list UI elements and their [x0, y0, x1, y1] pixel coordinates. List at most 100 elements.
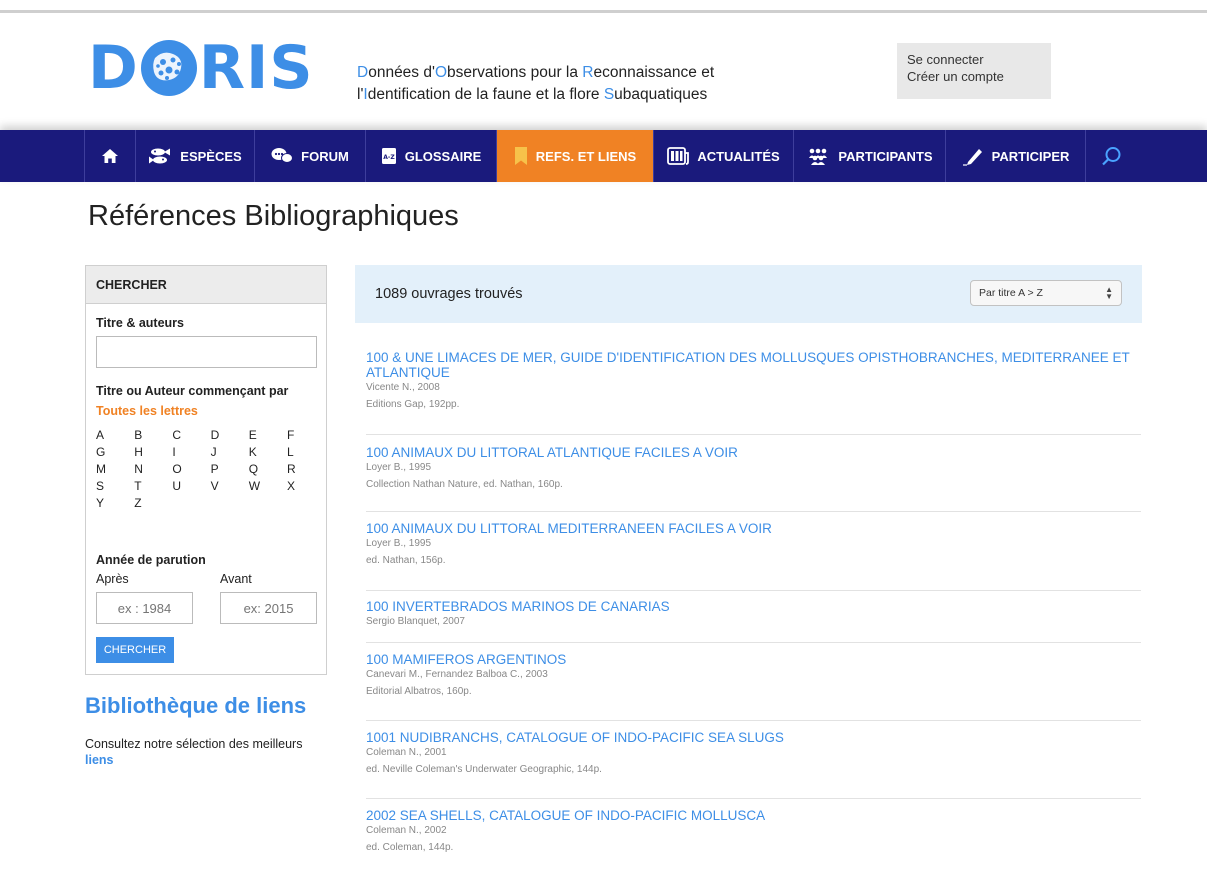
register-link[interactable]: Créer un compte [907, 68, 1041, 85]
letter-link[interactable]: E [249, 427, 287, 443]
year-after-input[interactable] [96, 592, 193, 624]
search-button[interactable]: CHERCHER [96, 637, 174, 663]
site-tagline: Données d'Observations pour la Reconnais… [357, 62, 714, 106]
nav-participants-label: PARTICIPANTS [838, 148, 933, 164]
letter-link[interactable]: T [134, 478, 172, 494]
tagline-line-2: l'Identification de la faune et la flore… [357, 84, 714, 106]
news-icon [667, 147, 690, 165]
nav-forum-label: FORUM [301, 148, 349, 164]
nav-participer-label: PARTICIPER [991, 148, 1070, 164]
result-title-link[interactable]: 2002 SEA SHELLS, CATALOGUE OF INDO-PACIF… [366, 808, 1141, 823]
letter-link[interactable]: J [211, 444, 249, 460]
doris-logo[interactable]: D RIS [88, 33, 314, 103]
letter-link[interactable]: I [172, 444, 210, 460]
all-letters-link[interactable]: Toutes les lettres [96, 404, 198, 418]
result-title-link[interactable]: 100 MAMIFEROS ARGENTINOS [366, 652, 1141, 667]
nav-refs-label: REFS. ET LIENS [535, 148, 637, 164]
letter-link[interactable]: W [249, 478, 287, 494]
chat-icon [271, 148, 294, 163]
letter-link[interactable]: U [172, 478, 210, 494]
letter-link[interactable]: C [172, 427, 210, 443]
tagline-initial: S [603, 86, 615, 103]
letter-link[interactable]: A [96, 427, 134, 443]
sort-select[interactable]: Par titre A > Z ▲ ▼ [970, 280, 1122, 306]
letter-link[interactable]: O [172, 461, 210, 477]
search-heading: CHERCHER [86, 266, 326, 304]
letter-link[interactable]: V [211, 478, 249, 494]
nav-glossaire-label: GLOSSAIRE [404, 148, 482, 164]
result-author: Loyer B., 1995 [366, 462, 432, 473]
result-title-link[interactable]: 100 ANIMAUX DU LITTORAL ATLANTIQUE FACIL… [366, 445, 1141, 460]
result-title-link[interactable]: 100 & UNE LIMACES DE MER, GUIDE D'IDENTI… [366, 350, 1141, 380]
letter-link[interactable]: X [287, 478, 325, 494]
result-publisher: ed. Neville Coleman's Underwater Geograp… [366, 764, 602, 775]
results-bar: 1089 ouvrages trouvés Par titre A > Z ▲ ▼ [355, 265, 1142, 323]
bookmark-icon [514, 147, 527, 165]
account-box: Se connecter Créer un compte [897, 43, 1051, 99]
result-item: 100 & UNE LIMACES DE MER, GUIDE D'IDENTI… [366, 350, 1141, 435]
letter-link[interactable]: G [96, 444, 134, 460]
letter-link[interactable]: L [287, 444, 325, 460]
result-item: 2002 SEA SHELLS, CATALOGUE OF INDO-PACIF… [366, 808, 1141, 868]
result-publisher: Collection Nathan Nature, ed. Nathan, 16… [366, 479, 563, 490]
result-title-link[interactable]: 1001 NUDIBRANCHS, CATALOGUE OF INDO-PACI… [366, 730, 1141, 745]
result-author: Loyer B., 1995 [366, 538, 432, 549]
tagline-text: bservations pour la [447, 64, 583, 81]
title-authors-input[interactable] [96, 336, 317, 368]
library-link[interactable]: liens [85, 753, 114, 767]
logo-letter-d: D [88, 33, 139, 103]
result-title-link[interactable]: 100 ANIMAUX DU LITTORAL MEDITERRANEEN FA… [366, 521, 1141, 536]
fish-icon [149, 148, 171, 164]
nav-home[interactable] [84, 130, 136, 182]
tagline-initial: D [357, 64, 369, 81]
tagline-initial: R [582, 64, 594, 81]
result-publisher: Editions Gap, 192pp. [366, 399, 460, 410]
result-item: 100 MAMIFEROS ARGENTINOS Canevari M., Fer… [366, 652, 1141, 721]
tagline-text: econnaissance et [593, 64, 715, 81]
search-panel: CHERCHER Titre & auteurs Titre ou Auteur… [85, 265, 327, 675]
letter-link[interactable]: B [134, 427, 172, 443]
library-text: Consultez notre sélection des meilleurs … [85, 736, 335, 768]
letter-link[interactable]: F [287, 427, 325, 443]
letter-link[interactable]: K [249, 444, 287, 460]
globe-icon [140, 40, 197, 96]
people-icon [809, 148, 828, 165]
letter-link[interactable]: Q [249, 461, 287, 477]
nav-glossaire[interactable]: A-Z GLOSSAIRE [366, 130, 497, 182]
nav-especes[interactable]: ESPÈCES [136, 130, 255, 182]
letter-link[interactable]: Z [134, 495, 172, 511]
letter-link[interactable]: Y [96, 495, 134, 511]
library-title: Bibliothèque de liens [85, 693, 307, 718]
year-before-input[interactable] [220, 592, 317, 624]
nav-participer[interactable]: PARTICIPER [946, 130, 1086, 182]
letter-link[interactable]: N [134, 461, 172, 477]
result-author: Coleman N., 2002 [366, 825, 447, 836]
letter-link[interactable]: H [134, 444, 172, 460]
nav-search[interactable] [1086, 130, 1138, 182]
svg-text:A-Z: A-Z [383, 154, 395, 161]
letter-link[interactable]: P [211, 461, 249, 477]
results-count: 1089 ouvrages trouvés [375, 286, 523, 302]
nav-especes-label: ESPÈCES [180, 148, 242, 164]
result-item: 100 ANIMAUX DU LITTORAL ATLANTIQUE FACIL… [366, 445, 1141, 512]
letter-link[interactable]: M [96, 461, 134, 477]
nav-forum[interactable]: FORUM [255, 130, 366, 182]
nav-participants[interactable]: PARTICIPANTS [794, 130, 946, 182]
pencil-icon [962, 149, 982, 166]
starts-with-label: Titre ou Auteur commençant par [96, 384, 289, 398]
nav-refs-liens[interactable]: REFS. ET LIENS [497, 130, 654, 182]
year-label: Année de parution [96, 553, 206, 567]
result-title-link[interactable]: 100 INVERTEBRADOS MARINOS DE CANARIAS [366, 599, 1141, 614]
result-item: 100 INVERTEBRADOS MARINOS DE CANARIAS Ser… [366, 599, 1141, 643]
nav-actualites[interactable]: ACTUALITÉS [654, 130, 794, 182]
result-author: Vicente N., 2008 [366, 382, 440, 393]
library-description: Consultez notre sélection des meilleurs [85, 737, 303, 751]
home-icon [102, 149, 118, 163]
letter-index: ABCDEF GHIJKL MNOPQR STUVWX YZ [96, 427, 326, 511]
letter-link[interactable]: D [211, 427, 249, 443]
title-authors-label: Titre & auteurs [96, 316, 184, 330]
letter-link[interactable]: R [287, 461, 325, 477]
login-link[interactable]: Se connecter [907, 51, 1041, 68]
search-icon [1102, 147, 1121, 166]
letter-link[interactable]: S [96, 478, 134, 494]
